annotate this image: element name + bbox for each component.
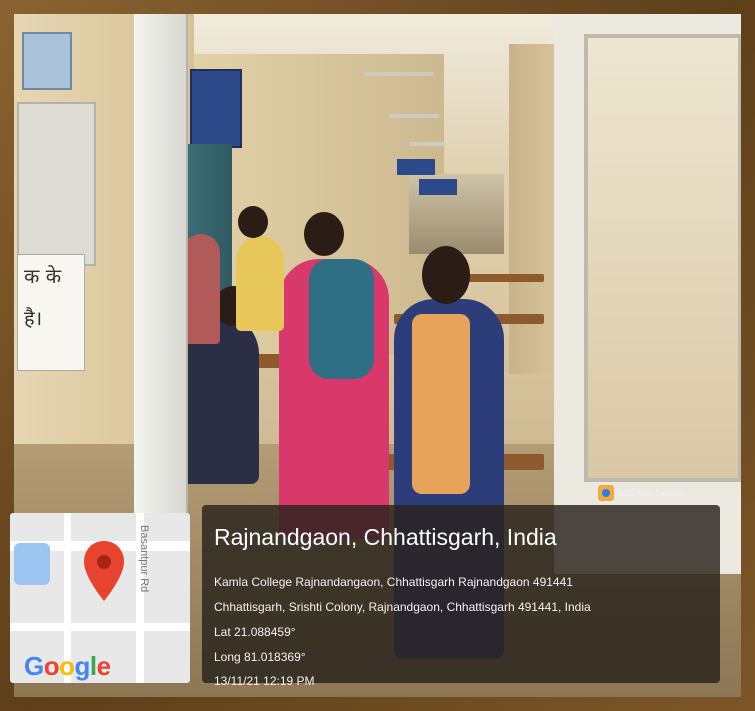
wall-sign-line: है।: [24, 306, 43, 330]
app-badge: GPS Map Camera: [598, 484, 683, 502]
room-sign-far: [397, 159, 435, 175]
google-logo: Google: [24, 651, 111, 682]
ceiling-fan: [364, 72, 434, 76]
google-logo-letter: o: [43, 651, 60, 681]
longitude-text: Long 81.018369°: [214, 650, 306, 664]
google-logo-letter: e: [96, 651, 111, 681]
timestamp-text: 13/11/21 12:19 PM: [214, 674, 315, 688]
app-badge-label: GPS Map Camera: [618, 488, 684, 498]
person-head: [422, 246, 470, 304]
person-head: [238, 206, 268, 238]
address-line: Kamla College Rajnandangaon, Chhattisgar…: [214, 575, 573, 589]
map-road-label: Basantpur Rd: [138, 525, 150, 593]
wall-paper-sign: क के है।: [17, 254, 85, 371]
white-pillar: [134, 14, 188, 534]
location-headline: Rajnandgaon, Chhattisgarh, India: [214, 524, 557, 550]
google-logo-letter: g: [74, 651, 91, 681]
wall-board: [22, 32, 72, 90]
map-road: [10, 623, 190, 631]
map-thumbnail: Basantpur Rd Google: [10, 513, 190, 683]
ceiling-fan: [389, 114, 439, 118]
map-water: [14, 543, 50, 585]
google-logo-letter: o: [59, 651, 75, 681]
backpack: [309, 259, 374, 379]
wall-sign-line: क के: [24, 264, 62, 288]
person-head: [304, 212, 344, 256]
student-yellow-top: [236, 236, 284, 331]
printed-dupatta: [412, 314, 470, 494]
room-sign: [190, 69, 242, 148]
google-logo-letter: l: [89, 651, 97, 681]
room-sign-far: [419, 179, 457, 195]
latitude-text: Lat 21.088459°: [214, 625, 296, 639]
google-logo-letter: G: [24, 651, 44, 681]
address-line: Chhattisgarh, Srishti Colony, Rajnandgao…: [214, 600, 591, 614]
ceiling-fan: [409, 142, 445, 146]
window-glass: [584, 34, 741, 482]
gps-camera-icon: [598, 485, 614, 501]
location-pin-icon: [84, 541, 124, 601]
notice-board: [17, 102, 96, 266]
